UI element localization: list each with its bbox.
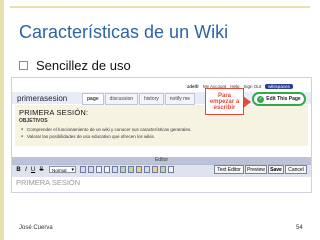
- checkmark-icon: ✓: [257, 95, 265, 103]
- tab-history[interactable]: history: [139, 93, 164, 105]
- editor-title: Editor: [154, 157, 169, 163]
- callout-arrow-icon: [243, 96, 251, 108]
- numbered-list-icon[interactable]: [80, 166, 86, 173]
- image-icon[interactable]: [128, 166, 134, 173]
- table-icon[interactable]: [144, 166, 150, 173]
- indent-icon[interactable]: [104, 166, 110, 173]
- toolbar-icon-group: [80, 166, 174, 173]
- slide-left-stripe: [0, 0, 4, 240]
- widget-icon[interactable]: [152, 166, 158, 173]
- footer-author: José Cuerva: [19, 225, 53, 231]
- wikispaces-logo[interactable]: wikispaces: [265, 83, 293, 89]
- content-heading: PRIMERA SESIÓN:: [19, 108, 89, 117]
- text-editor-button[interactable]: Text Editor: [214, 165, 244, 174]
- underline-button[interactable]: U: [30, 166, 36, 174]
- embed-icon[interactable]: [160, 166, 166, 173]
- edit-this-page-button[interactable]: ✓ Edit This Page: [252, 92, 306, 106]
- cancel-button[interactable]: Cancel: [285, 165, 307, 174]
- page-content: PRIMERA SESIÓN: OBJETIVOS Comprender el …: [15, 105, 308, 146]
- edit-button-label: Edit This Page: [266, 96, 301, 102]
- tab-discussion[interactable]: discussion: [104, 93, 139, 105]
- square-bullet-icon: [19, 60, 28, 70]
- page-name: primerasesion: [17, 94, 68, 103]
- format-select[interactable]: Normal: [49, 166, 76, 174]
- goal-item: Comprender el funcionamiento de un wiki …: [21, 127, 191, 132]
- callout-line: escribir: [213, 104, 236, 111]
- slide-top-rule: [10, 6, 310, 8]
- account-username[interactable]: zdelfr: [187, 84, 199, 89]
- outdent-icon[interactable]: [96, 166, 102, 173]
- horizontal-rule-icon[interactable]: [112, 166, 118, 173]
- special-char-icon[interactable]: [168, 166, 174, 173]
- sign-out-link[interactable]: Sign Out: [244, 84, 262, 89]
- italic-button[interactable]: I: [23, 166, 29, 174]
- bullet-list-icon[interactable]: [88, 166, 94, 173]
- save-button[interactable]: Save: [268, 165, 284, 174]
- strikethrough-button[interactable]: S: [38, 166, 45, 174]
- bullet-text: Sencillez de uso: [36, 57, 131, 73]
- editor-content: PRIMERA SESIÓN: [16, 178, 81, 187]
- slide-title: Características de un Wiki: [19, 22, 229, 42]
- file-icon[interactable]: [136, 166, 142, 173]
- page-tabs: page discussion history notify me: [82, 93, 196, 105]
- goal-item: Valorar las posibilidades de uso educati…: [21, 134, 155, 139]
- tab-page[interactable]: page: [82, 93, 104, 105]
- preview-button[interactable]: Preview: [245, 165, 267, 174]
- wiki-screenshot: zdelfr My Account Help Sign Out wikispac…: [11, 77, 312, 193]
- bullet-item: Sencillez de uso: [19, 57, 131, 73]
- goals-label: OBJETIVOS: [19, 118, 48, 124]
- tab-notify-me[interactable]: notify me: [164, 93, 196, 105]
- link-icon[interactable]: [120, 166, 126, 173]
- bold-button[interactable]: B: [15, 166, 22, 174]
- footer-page-number: 54: [296, 225, 303, 231]
- callout-box: Para empezar a escribir: [205, 88, 244, 115]
